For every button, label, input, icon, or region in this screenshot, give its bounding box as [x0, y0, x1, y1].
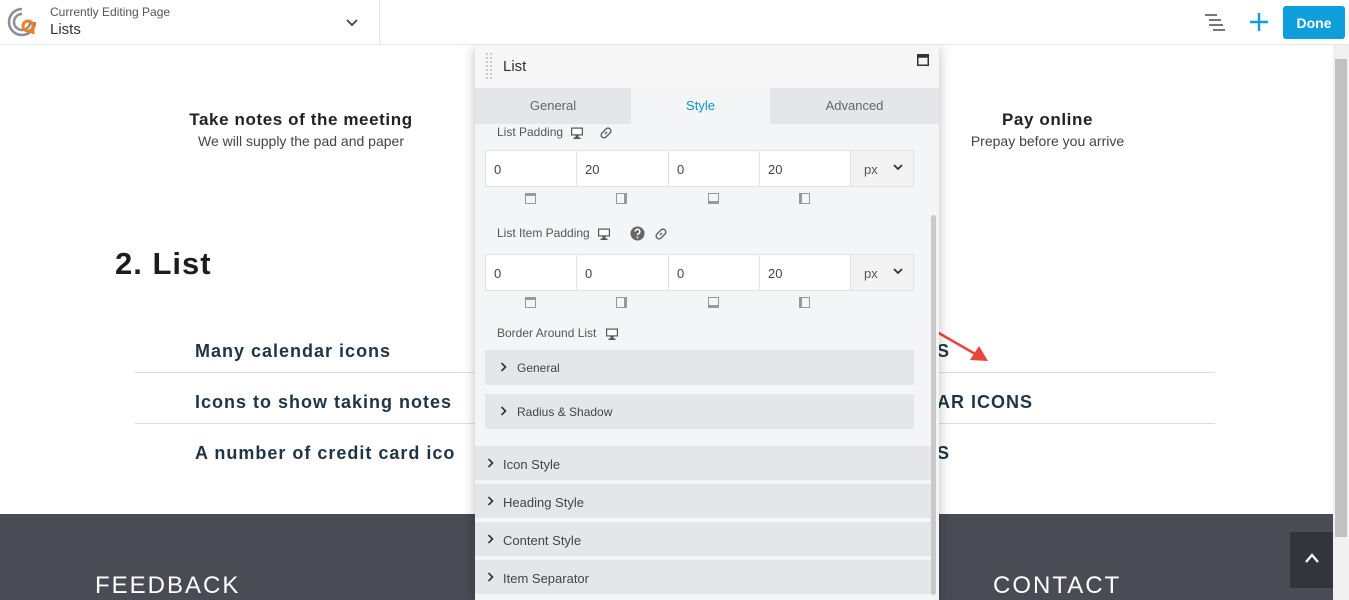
- panel-header[interactable]: List: [475, 45, 939, 88]
- unit-label: px: [864, 162, 878, 177]
- scrollbar-thumb[interactable]: [1335, 59, 1347, 537]
- footer-heading-feedback: FEEDBACK: [95, 572, 241, 599]
- feature-title: Pay online: [1001, 110, 1094, 129]
- panel-tabs: General Style Advanced: [475, 88, 939, 124]
- side-bottom-icon: [708, 193, 719, 204]
- padding-top-input[interactable]: 0: [486, 151, 577, 186]
- unit-select[interactable]: px: [851, 151, 913, 186]
- logo-icon: [7, 7, 37, 37]
- chevron-up-icon: [1305, 553, 1319, 563]
- tab-style[interactable]: Style: [631, 88, 770, 124]
- feature-notes: Take notes of the meeting We will supply…: [160, 110, 442, 149]
- settings-panel: List General Style Advanced List Padding…: [475, 45, 939, 600]
- side-top-icon: [525, 297, 536, 308]
- chevron-right-icon: [487, 458, 494, 468]
- side-left-icon: [799, 193, 810, 204]
- page-name: Lists: [50, 21, 81, 38]
- list-padding-label: List Padding: [497, 125, 564, 139]
- border-label: Border Around List: [497, 326, 597, 340]
- item-separator-section[interactable]: Item Separator: [475, 560, 931, 594]
- feature-text: We will supply the pad and paper: [198, 133, 404, 149]
- add-icon[interactable]: [1248, 10, 1270, 34]
- section-label: Icon Style: [503, 457, 561, 472]
- side-bottom-icon: [708, 297, 719, 308]
- tab-advanced[interactable]: Advanced: [770, 88, 939, 124]
- feature-title: Take notes of the meeting: [189, 110, 413, 129]
- chevron-right-icon: [487, 496, 494, 506]
- list-item-padding-label: List Item Padding: [497, 226, 590, 240]
- feature-pay: Pay online Prepay before you arrive: [940, 110, 1155, 149]
- radius-shadow-accordion[interactable]: Radius & Shadow: [485, 394, 914, 429]
- section-heading: 2. List: [115, 246, 212, 281]
- back-to-top-button[interactable]: [1290, 532, 1334, 588]
- list-item-padding-inputs: 0 0 0 20 px: [485, 254, 914, 291]
- list-item: AR ICONS: [937, 392, 1034, 412]
- chevron-down-icon: [893, 164, 903, 171]
- padding-left-input[interactable]: 20: [760, 255, 851, 290]
- list-item: A number of credit card ico: [195, 443, 456, 463]
- top-bar: Currently Editing Page Lists Done: [0, 0, 1349, 45]
- panel-title: List: [503, 58, 527, 75]
- unit-label: px: [864, 266, 878, 281]
- chevron-right-icon: [487, 572, 494, 582]
- link-icon[interactable]: [599, 126, 613, 140]
- padding-right-input[interactable]: 20: [577, 151, 669, 186]
- accordion-label: General: [517, 361, 560, 375]
- tab-general[interactable]: General: [475, 88, 631, 124]
- link-icon[interactable]: [654, 227, 668, 241]
- side-top-icon: [525, 193, 536, 204]
- maximize-icon[interactable]: [917, 54, 929, 66]
- outline-icon[interactable]: [1203, 11, 1227, 33]
- list-item: Icons to show taking notes: [195, 392, 453, 412]
- icon-style-section[interactable]: Icon Style: [475, 446, 931, 480]
- list-item: Many calendar icons: [195, 341, 392, 361]
- desktop-icon[interactable]: [570, 126, 584, 140]
- side-left-icon: [799, 297, 810, 308]
- padding-left-input[interactable]: 20: [760, 151, 851, 186]
- unit-select[interactable]: px: [851, 255, 913, 290]
- chevron-right-icon: [500, 362, 507, 372]
- drag-handle-icon[interactable]: [485, 51, 493, 81]
- feature-text: Prepay before you arrive: [970, 133, 1125, 149]
- done-button[interactable]: Done: [1283, 6, 1345, 39]
- side-right-icon: [616, 193, 627, 204]
- chevron-right-icon: [487, 534, 494, 544]
- heading-style-section[interactable]: Heading Style: [475, 484, 931, 518]
- chevron-down-icon[interactable]: [344, 14, 360, 30]
- accordion-label: Radius & Shadow: [517, 405, 613, 419]
- page-scrollbar[interactable]: [1333, 45, 1349, 600]
- footer-heading-contact: CONTACT: [993, 572, 1122, 599]
- padding-top-input[interactable]: 0: [486, 255, 577, 290]
- editing-label: Currently Editing Page: [50, 5, 171, 19]
- padding-right-input[interactable]: 0: [577, 255, 669, 290]
- desktop-icon[interactable]: [605, 327, 619, 341]
- section-label: Content Style: [503, 533, 582, 548]
- side-right-icon: [616, 297, 627, 308]
- help-icon[interactable]: [630, 226, 645, 241]
- chevron-down-icon: [893, 268, 903, 275]
- chevron-right-icon: [500, 406, 507, 416]
- page-selector[interactable]: Currently Editing Page Lists: [0, 0, 380, 45]
- content-style-section[interactable]: Content Style: [475, 522, 931, 556]
- padding-bottom-input[interactable]: 0: [669, 151, 760, 186]
- section-label: Heading Style: [503, 495, 584, 510]
- list-padding-inputs: 0 20 0 20 px: [485, 150, 914, 187]
- section-label: Item Separator: [503, 571, 589, 586]
- padding-bottom-input[interactable]: 0: [669, 255, 760, 290]
- desktop-icon[interactable]: [597, 227, 611, 241]
- panel-scrollbar[interactable]: [931, 215, 936, 595]
- border-general-accordion[interactable]: General: [485, 350, 914, 385]
